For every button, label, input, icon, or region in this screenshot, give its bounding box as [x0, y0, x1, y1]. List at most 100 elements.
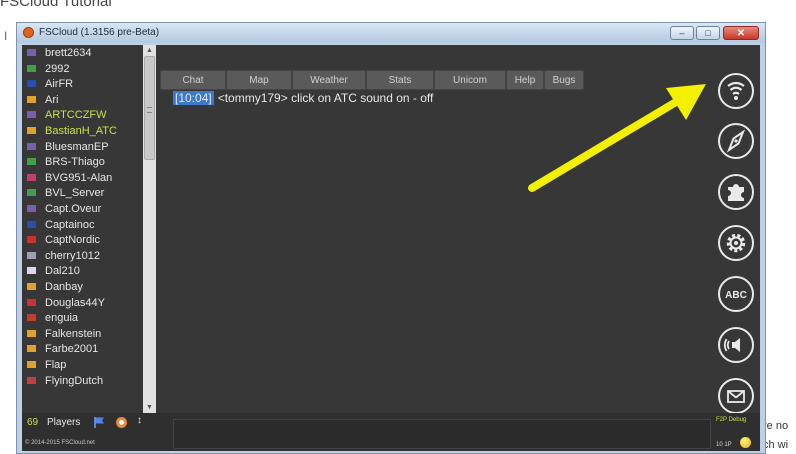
footer-bar: 69 Players ↕ © 2014-2015 FSCloud.net F2P…: [22, 413, 760, 451]
player-name: enguia: [45, 312, 79, 325]
app-icon: [23, 27, 34, 38]
country-flag-icon: [27, 189, 36, 197]
tab-stats[interactable]: Stats: [366, 70, 434, 90]
player-name: AirFR: [45, 78, 74, 91]
tab-weather[interactable]: Weather: [292, 70, 366, 90]
puzzle-icon: [728, 184, 744, 201]
chat-message-text: <tommy179> click on ATC sound on - off: [217, 91, 434, 105]
country-flag-icon: [27, 236, 36, 244]
chat-message: [10:04] <tommy179> click on ATC sound on …: [173, 91, 433, 105]
country-flag-icon: [27, 283, 36, 290]
compass-icon: [726, 129, 746, 153]
page-right-text-2: ch wi: [763, 439, 789, 451]
country-flag-icon: [27, 127, 36, 134]
player-row[interactable]: enguia: [22, 311, 152, 326]
tutorial-arrow-icon: [528, 84, 706, 192]
tab-chat[interactable]: Chat: [160, 70, 226, 90]
player-row[interactable]: FlyingDutch: [22, 374, 152, 389]
player-row[interactable]: cherry1012: [22, 249, 152, 264]
player-row[interactable]: BRS-Thiago: [22, 155, 152, 170]
player-name: BastianH_ATC: [45, 125, 117, 137]
page-title: FSCloud Tutorial: [0, 0, 112, 10]
country-flag-icon: [27, 329, 36, 337]
players-label: Players: [47, 417, 81, 428]
player-row[interactable]: Flap: [22, 358, 152, 373]
player-name: Ari: [45, 93, 59, 106]
player-name: BRS-Thiago: [45, 156, 105, 169]
scroll-up-arrow-icon[interactable]: ▲: [143, 45, 156, 56]
country-flag-icon: [27, 205, 36, 212]
player-row[interactable]: 2992: [22, 62, 152, 77]
player-row[interactable]: AirFR: [22, 77, 152, 92]
country-flag-icon: [27, 376, 36, 384]
status-indicator-icon: [740, 437, 751, 448]
minimize-button[interactable]: –: [670, 26, 694, 40]
page-side-text: I: [4, 29, 8, 43]
player-list: brett2634 2992 AirFR Ari ARTCCZFW BastianH_AT…: [22, 45, 160, 413]
country-flag-icon: [27, 142, 36, 150]
maximize-icon: □: [705, 28, 711, 38]
player-row[interactable]: ARTCCZFW: [22, 108, 152, 123]
sound-button[interactable]: [718, 327, 754, 363]
player-name: Dal210: [45, 265, 80, 278]
mini-status: 10 1P: [716, 442, 732, 448]
player-row[interactable]: BluesmanEP: [22, 140, 152, 155]
tab-label: Weather: [310, 75, 348, 86]
plugins-button[interactable]: [718, 174, 754, 210]
player-name: brett2634: [45, 47, 92, 59]
player-list-scrollbar[interactable]: ▲ ▼: [143, 45, 156, 413]
scroll-down-arrow-icon[interactable]: ▼: [143, 402, 156, 413]
mail-icon: [727, 390, 745, 403]
player-row[interactable]: Farbe2001: [22, 342, 152, 357]
tab-label: Stats: [388, 75, 412, 86]
player-row[interactable]: Falkenstein: [22, 327, 152, 342]
abc-button[interactable]: ABC: [718, 276, 754, 312]
scroll-thumb[interactable]: [144, 56, 155, 160]
sort-arrows-icon[interactable]: ↕: [137, 415, 142, 426]
player-row[interactable]: Ari: [22, 93, 152, 108]
player-row[interactable]: brett2634: [22, 46, 152, 61]
page-right-text-1: re no: [763, 420, 789, 432]
player-name: Captainoc: [45, 218, 95, 231]
chat-input[interactable]: [173, 419, 711, 449]
status-icon[interactable]: [115, 416, 128, 429]
player-row[interactable]: Danbay: [22, 280, 152, 295]
player-row[interactable]: BVL_Server: [22, 186, 152, 201]
tab-unicom[interactable]: Unicom: [434, 70, 506, 90]
compass-button[interactable]: [718, 123, 754, 159]
player-row[interactable]: BastianH_ATC: [22, 124, 152, 139]
copyright: © 2014-2015 FSCloud.net: [25, 440, 95, 446]
radio-button[interactable]: [718, 73, 754, 109]
player-row[interactable]: Dal210: [22, 264, 152, 279]
tab-label: Unicom: [453, 75, 487, 86]
settings-button[interactable]: [718, 225, 754, 261]
country-flag-icon: [27, 158, 36, 166]
player-row[interactable]: BVG951-Alan: [22, 171, 152, 186]
player-row[interactable]: CaptNordic: [22, 233, 152, 248]
maximize-button[interactable]: □: [696, 26, 720, 40]
country-flag-icon: [27, 345, 36, 353]
tab-label: Chat: [182, 75, 204, 86]
flag-filter-icon[interactable]: [93, 416, 107, 429]
country-flag-icon: [27, 220, 36, 228]
minimize-icon: –: [679, 28, 685, 38]
mail-button[interactable]: [718, 378, 754, 414]
country-flag-icon: [27, 251, 36, 259]
gear-icon: [726, 233, 746, 253]
tab-map[interactable]: Map: [226, 70, 292, 90]
close-button[interactable]: ✕: [723, 26, 759, 40]
title-bar[interactable]: FSCloud (1.3156 pre-Beta) – □ ✕: [17, 23, 765, 43]
player-name: BVG951-Alan: [45, 171, 113, 184]
player-row[interactable]: Douglas44Y: [22, 296, 152, 311]
window-title: FSCloud (1.3156 pre-Beta): [39, 27, 160, 38]
player-name: Danbay: [45, 281, 83, 293]
player-name: CaptNordic: [45, 234, 101, 247]
close-icon: ✕: [736, 27, 746, 39]
country-flag-icon: [27, 49, 36, 56]
player-row[interactable]: Captainoc: [22, 218, 152, 233]
scroll-grip-icon: [147, 107, 152, 113]
player-name: Falkenstein: [45, 327, 102, 340]
player-name: ARTCCZFW: [45, 109, 107, 122]
player-row[interactable]: Capt.Oveur: [22, 202, 152, 217]
player-name: BVL_Server: [45, 187, 105, 200]
